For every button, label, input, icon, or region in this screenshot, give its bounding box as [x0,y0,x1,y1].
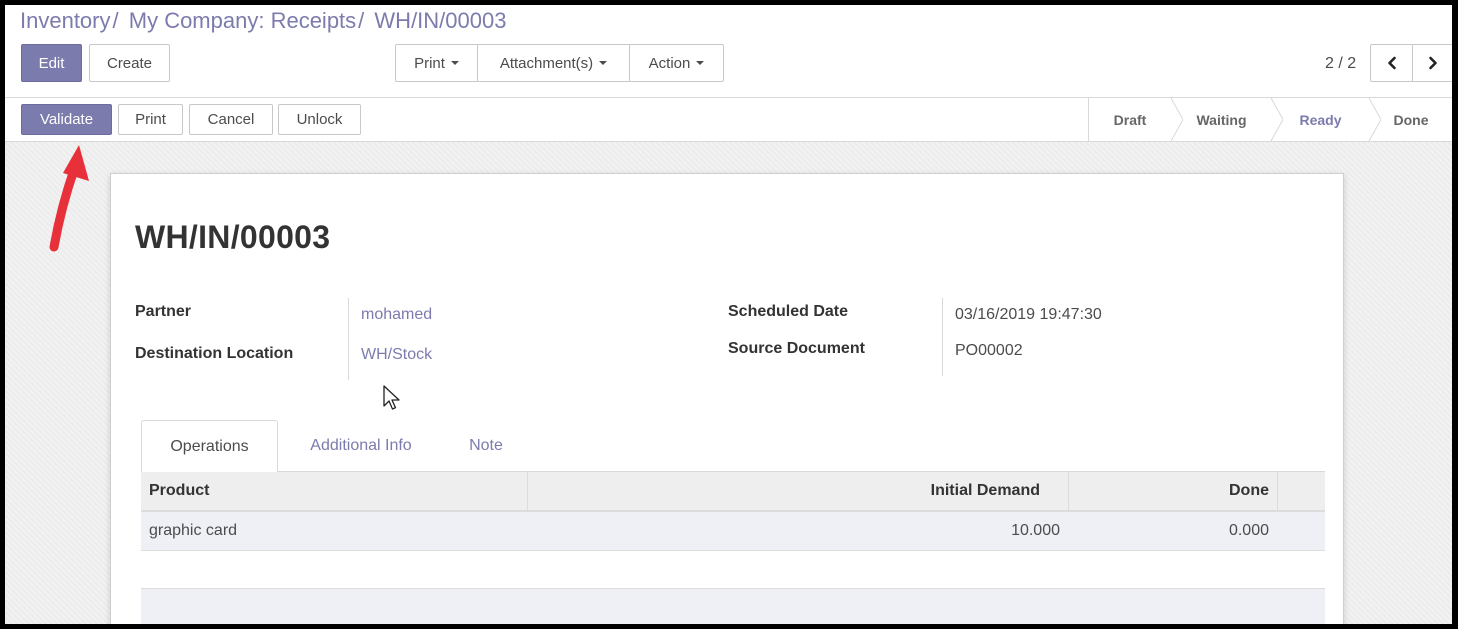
validate-button[interactable]: Validate [21,104,112,135]
scheduled-date-value: 03/16/2019 19:47:30 [955,306,1102,323]
status-step-label: Ready [1299,111,1342,128]
breadcrumb-current: WH/IN/00003 [374,8,507,33]
action-dropdown[interactable]: Action [629,44,724,82]
field-divider [348,298,349,380]
caret-down-icon [696,61,705,65]
tab-additional-info[interactable]: Additional Info [291,420,431,472]
column-header-initial-demand[interactable]: Initial Demand [528,472,1068,510]
pager-previous-button[interactable] [1370,44,1413,82]
pager-value: 2 / 2 [1325,55,1357,72]
form-sheet: WH/IN/00003 Partner mohamed Destination … [110,173,1344,624]
status-step-label: Draft [1113,111,1147,128]
statusbar: Validate Print Cancel Unlock Draft Waiti… [5,98,1452,142]
column-header-product[interactable]: Product [141,472,527,510]
table-header: Product Initial Demand Done [141,472,1325,512]
print-dropdown-label: Print [414,54,445,72]
breadcrumb-separator: / [112,8,119,33]
breadcrumb: Inventory/ My Company: Receipts/ WH/IN/0… [20,8,506,34]
chevron-right-icon [1429,56,1437,70]
unlock-button[interactable]: Unlock [278,104,361,135]
status-step-draft[interactable]: Draft [1088,98,1183,141]
create-button[interactable]: Create [89,44,170,82]
breadcrumb-item-receipts[interactable]: My Company: Receipts [129,8,356,33]
print-button[interactable]: Print [118,104,183,135]
destination-location-label: Destination Location [135,345,294,362]
caret-down-icon [450,61,459,65]
table-row[interactable]: graphic card 10.000 0.000 [141,512,1325,551]
cell-done: 0.000 [1228,522,1269,539]
print-dropdown[interactable]: Print [395,44,478,82]
field-divider [942,298,943,376]
cell-initial-demand: 10.000 [1011,522,1060,539]
partner-label: Partner [135,303,192,320]
attachments-dropdown[interactable]: Attachment(s) [477,44,630,82]
operations-table: Product Initial Demand Done graphic card… [141,472,1325,551]
mouse-pointer-icon [383,385,400,410]
scheduled-date-label: Scheduled Date [728,303,849,320]
step-chevron-icon [1271,98,1283,141]
breadcrumb-separator: / [358,8,365,33]
status-step-label: Done [1393,111,1429,128]
tab-note[interactable]: Note [451,420,521,472]
edit-button[interactable]: Edit [21,44,82,82]
action-dropdown-label: Action [648,54,691,72]
record-title: WH/IN/00003 [135,219,331,255]
caret-down-icon [599,61,608,65]
status-step-ready[interactable]: Ready [1271,98,1381,141]
status-steps: Draft Waiting Ready Done [1088,98,1452,141]
app-window: Inventory/ My Company: Receipts/ WH/IN/0… [5,5,1452,624]
destination-location-value[interactable]: WH/Stock [361,346,432,364]
chevron-left-icon [1387,56,1396,70]
chatter-area [141,588,1325,624]
source-document-value: PO00002 [955,342,1023,359]
column-divider [1277,472,1278,510]
step-chevron-icon [1171,98,1183,141]
pager-next-button[interactable] [1412,44,1452,82]
breadcrumb-item-inventory[interactable]: Inventory [20,8,111,33]
step-chevron-icon [1369,98,1381,141]
attachments-dropdown-label: Attachment(s) [499,54,594,72]
source-document-label: Source Document [728,340,865,357]
tab-operations[interactable]: Operations [141,420,278,472]
control-panel: Inventory/ My Company: Receipts/ WH/IN/0… [5,5,1452,98]
cancel-button[interactable]: Cancel [189,104,273,135]
cell-product: graphic card [149,522,238,539]
status-step-done[interactable]: Done [1369,98,1452,141]
partner-value[interactable]: mohamed [361,306,432,324]
column-header-done[interactable]: Done [1069,472,1277,510]
status-step-waiting[interactable]: Waiting [1171,98,1283,141]
annotation-arrow-icon [49,145,89,252]
status-step-label: Waiting [1196,111,1247,128]
